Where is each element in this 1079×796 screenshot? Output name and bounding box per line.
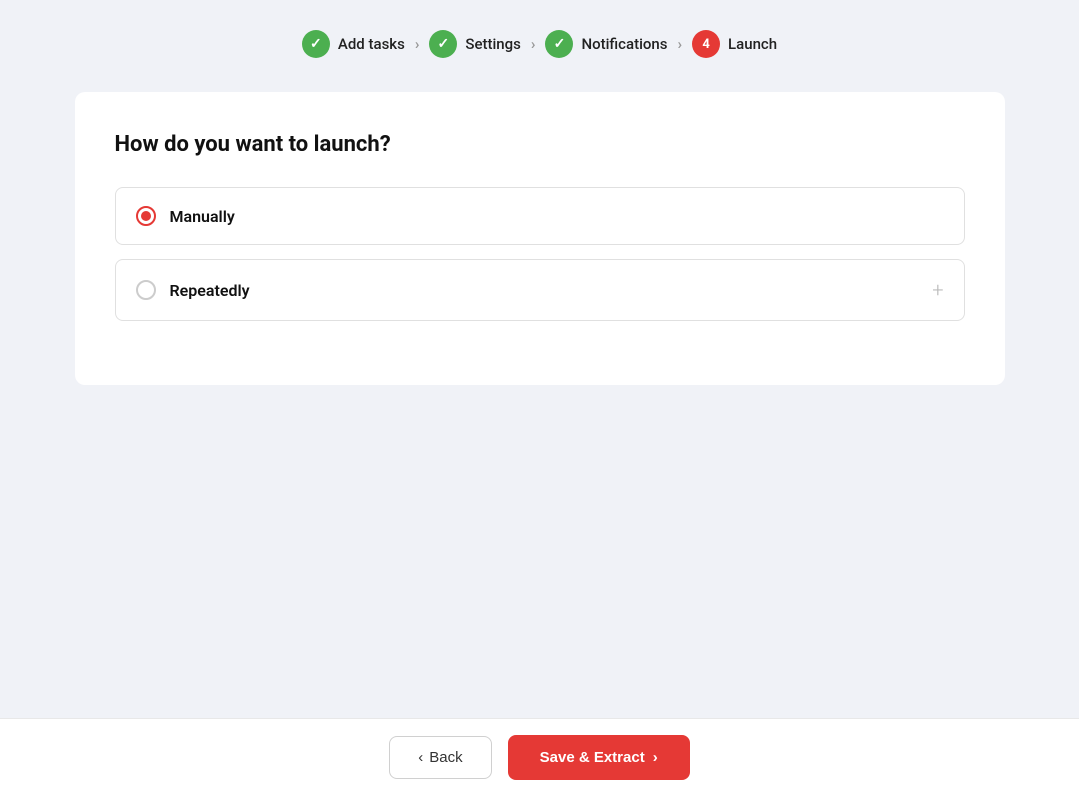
step-settings[interactable]: Settings [429, 30, 521, 58]
option-manually[interactable]: Manually [115, 187, 965, 245]
step-label-launch: Launch [728, 35, 777, 53]
save-label: Save & Extract [540, 749, 645, 766]
save-arrow-icon: › [653, 749, 658, 766]
radio-inner-manually [141, 211, 151, 221]
arrow-3: › [678, 35, 683, 53]
arrow-2: › [531, 35, 536, 53]
option-label-repeatedly: Repeatedly [170, 281, 250, 300]
save-extract-button[interactable]: Save & Extract › [508, 735, 690, 780]
step-active-icon-launch: 4 [692, 30, 720, 58]
step-done-icon-notifications [545, 30, 573, 58]
arrow-1: › [415, 35, 420, 53]
step-label-notifications: Notifications [581, 35, 667, 53]
step-notifications[interactable]: Notifications [545, 30, 667, 58]
radio-manually[interactable] [136, 206, 156, 226]
main-card: How do you want to launch? Manually Repe… [75, 92, 1005, 385]
option-repeatedly[interactable]: Repeatedly + [115, 259, 965, 321]
back-button[interactable]: ‹ Back [389, 736, 491, 779]
option-left-repeatedly: Repeatedly [136, 280, 250, 300]
back-arrow-icon: ‹ [418, 749, 423, 766]
card-title: How do you want to launch? [115, 132, 965, 157]
expand-repeatedly-icon[interactable]: + [932, 278, 943, 302]
step-label-settings: Settings [465, 35, 521, 53]
option-left-manually: Manually [136, 206, 235, 226]
step-launch[interactable]: 4 Launch [692, 30, 777, 58]
bottom-bar: ‹ Back Save & Extract › [0, 718, 1079, 796]
step-add-tasks[interactable]: Add tasks [302, 30, 405, 58]
step-done-icon-add-tasks [302, 30, 330, 58]
option-label-manually: Manually [170, 207, 235, 226]
stepper: Add tasks › Settings › Notifications › 4… [302, 0, 777, 82]
radio-repeatedly[interactable] [136, 280, 156, 300]
step-done-icon-settings [429, 30, 457, 58]
back-label: Back [429, 749, 462, 766]
step-label-add-tasks: Add tasks [338, 35, 405, 53]
